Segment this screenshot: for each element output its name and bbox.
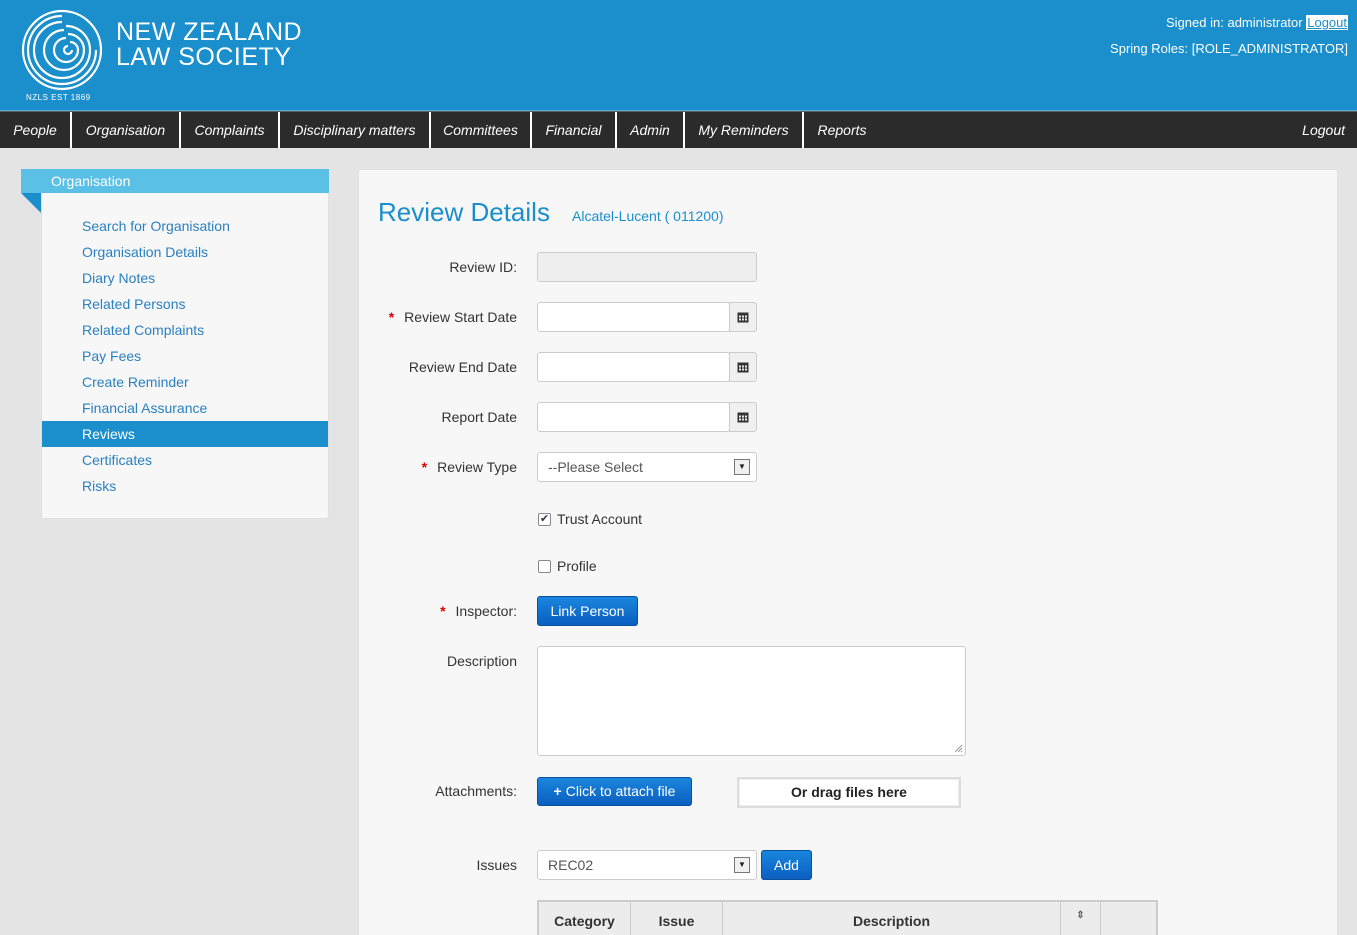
header-logout-link[interactable]: Logout: [1306, 15, 1348, 30]
nav-my-reminders[interactable]: My Reminders: [685, 112, 804, 148]
profile-label: Profile: [557, 558, 597, 574]
sidebar-item-related-complaints[interactable]: Related Complaints: [42, 317, 328, 343]
sidebar-item-financial-assurance[interactable]: Financial Assurance: [42, 395, 328, 421]
page-title: Review Details: [378, 197, 550, 227]
trust-account-label: Trust Account: [557, 511, 643, 527]
chevron-down-icon: ▼: [734, 459, 750, 475]
sidebar-item-create-reminder[interactable]: Create Reminder: [42, 369, 328, 395]
sort-icon[interactable]: ⇕: [1061, 902, 1101, 935]
nav-complaints[interactable]: Complaints: [181, 112, 280, 148]
logo-title: NEW ZEALAND LAW SOCIETY: [116, 20, 302, 70]
sidebar-item-diary-notes[interactable]: Diary Notes: [42, 265, 328, 291]
description-label: Description: [446, 653, 517, 669]
profile-checkbox[interactable]: [538, 560, 551, 573]
calendar-icon: [737, 312, 749, 323]
nav-disciplinary-matters[interactable]: Disciplinary matters: [280, 112, 431, 148]
resize-handle-icon[interactable]: [954, 744, 963, 753]
report-date-calendar-button[interactable]: [729, 402, 757, 432]
nav-reports[interactable]: Reports: [804, 112, 880, 148]
th-description[interactable]: Description: [723, 902, 1061, 935]
trust-account-checkbox[interactable]: ✔: [538, 513, 551, 526]
th-category[interactable]: Category: [539, 902, 631, 935]
description-textarea[interactable]: [537, 646, 966, 756]
sidebar-fold-decoration: [21, 193, 41, 213]
link-person-button[interactable]: Link Person: [537, 596, 638, 626]
review-id-label: Review ID:: [449, 259, 517, 275]
attach-file-label: Click to attach file: [565, 783, 676, 799]
issues-label: Issues: [476, 857, 517, 873]
sidebar-item-pay-fees[interactable]: Pay Fees: [42, 343, 328, 369]
calendar-icon: [737, 412, 749, 423]
organisation-link[interactable]: Alcatel-Lucent ( 011200): [572, 208, 724, 224]
start-date-input[interactable]: [537, 302, 730, 332]
sidebar-title: Organisation: [21, 169, 329, 193]
add-issue-button[interactable]: Add: [761, 850, 812, 880]
review-id-field: [537, 252, 757, 282]
report-date-input[interactable]: [537, 402, 730, 432]
required-marker: *: [440, 603, 446, 619]
logo-est: NZLS EST 1869: [26, 93, 91, 102]
logo-line1: NEW ZEALAND: [116, 18, 303, 46]
chevron-down-icon: ▼: [734, 857, 750, 873]
nav-financial[interactable]: Financial: [532, 112, 617, 148]
main-nav: People Organisation Complaints Disciplin…: [0, 111, 1357, 148]
sidebar-item-reviews[interactable]: Reviews: [42, 421, 328, 447]
signin-info: Signed in: administrator Logout Spring R…: [1110, 15, 1348, 67]
roles-label: Spring Roles:: [1110, 41, 1189, 56]
th-issue[interactable]: Issue: [631, 902, 723, 935]
end-date-calendar-button[interactable]: [729, 352, 757, 382]
site-header: NEW ZEALAND LAW SOCIETY NZLS EST 1869 Si…: [0, 0, 1357, 111]
roles-value: [ROLE_ADMINISTRATOR]: [1191, 41, 1348, 56]
nav-committees[interactable]: Committees: [431, 112, 532, 148]
start-date-label: * Review Start Date: [389, 309, 517, 325]
sidebar-item-search-organisation[interactable]: Search for Organisation: [42, 213, 328, 239]
signed-in-user: administrator: [1227, 15, 1303, 30]
attachments-label: Attachments:: [435, 783, 517, 799]
nzls-logo-icon: [21, 9, 103, 91]
start-date-label-text: Review Start Date: [404, 309, 517, 325]
file-drop-zone[interactable]: Or drag files here: [737, 777, 961, 808]
issues-table-header: Category Issue Description ⇕: [537, 900, 1158, 935]
calendar-icon: [737, 362, 749, 373]
end-date-label: Review End Date: [408, 359, 517, 375]
end-date-input[interactable]: [537, 352, 730, 382]
nav-organisation[interactable]: Organisation: [72, 112, 181, 148]
required-marker: *: [421, 459, 428, 475]
start-date-calendar-button[interactable]: [729, 302, 757, 332]
issues-select[interactable]: REC02 ▼: [537, 850, 757, 880]
sidebar-item-organisation-details[interactable]: Organisation Details: [42, 239, 328, 265]
review-type-select[interactable]: --Please Select ▼: [537, 452, 757, 482]
issues-value: REC02: [548, 857, 594, 873]
attach-file-button[interactable]: + Click to attach file: [537, 777, 692, 806]
report-date-label: Report Date: [441, 409, 517, 425]
logo-line2: LAW SOCIETY: [116, 43, 292, 71]
signed-in-label: Signed in:: [1166, 15, 1224, 30]
nav-admin[interactable]: Admin: [617, 112, 685, 148]
sidebar-item-risks[interactable]: Risks: [42, 473, 328, 499]
review-type-label-text: Review Type: [437, 459, 517, 475]
plus-icon: +: [553, 783, 562, 799]
inspector-label-text: Inspector:: [455, 603, 517, 619]
review-type-label: * Review Type: [422, 459, 517, 475]
sidebar-item-related-persons[interactable]: Related Persons: [42, 291, 328, 317]
nav-people[interactable]: People: [0, 112, 72, 148]
review-type-value: --Please Select: [548, 459, 643, 475]
inspector-label: * Inspector:: [440, 603, 517, 619]
main-panel: [358, 169, 1338, 935]
required-marker: *: [388, 309, 395, 325]
nav-logout[interactable]: Logout: [1302, 112, 1345, 148]
sidebar-item-certificates[interactable]: Certificates: [42, 447, 328, 473]
